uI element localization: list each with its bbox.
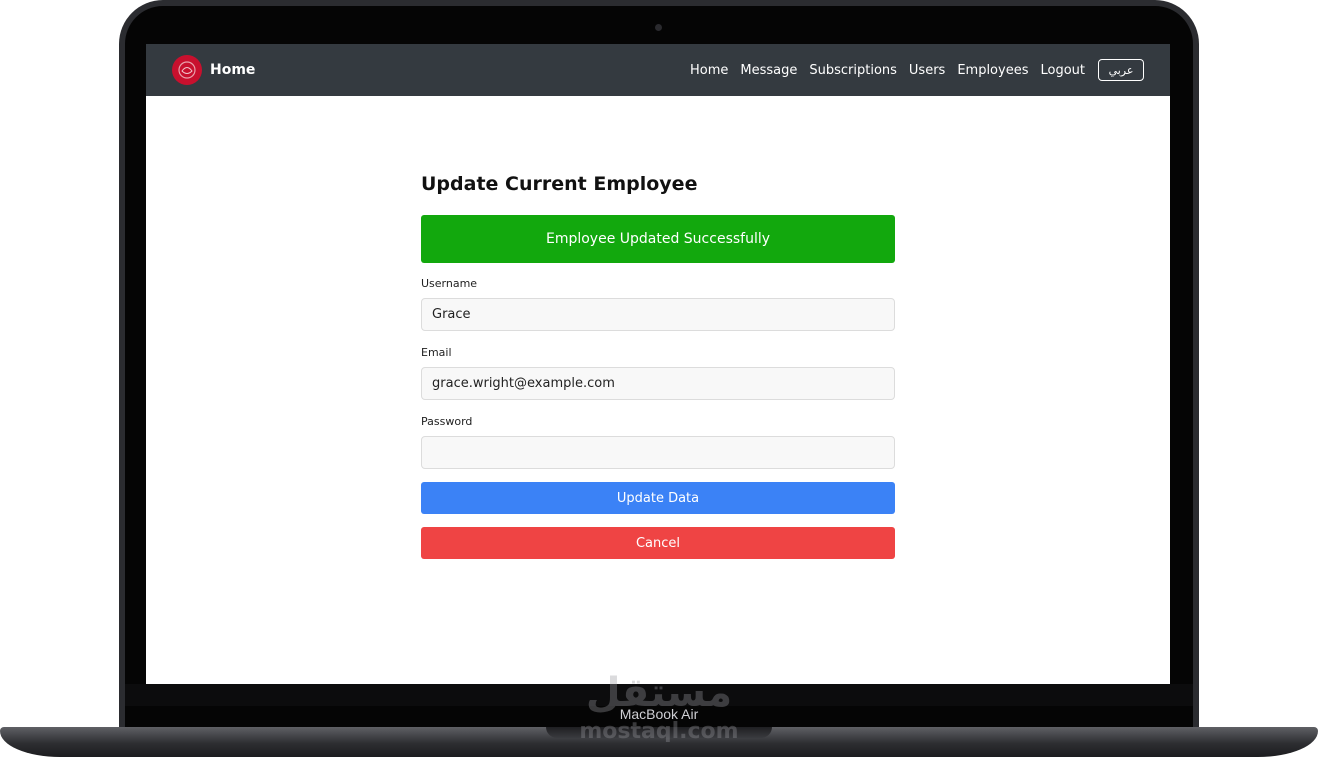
device-label: MacBook Air xyxy=(619,706,699,722)
brand-logo-icon xyxy=(172,55,202,85)
brand-label: Home xyxy=(210,62,256,78)
email-input[interactable] xyxy=(421,367,895,400)
username-input[interactable] xyxy=(421,298,895,331)
nav-link-employees[interactable]: Employees xyxy=(957,63,1028,78)
language-toggle-button[interactable]: عربي xyxy=(1098,59,1144,81)
webcam-icon xyxy=(655,24,662,31)
update-data-button[interactable]: Update Data xyxy=(421,482,895,514)
email-label: Email xyxy=(421,346,452,359)
mostaql-watermark-logo: مستقل mostaql.com xyxy=(579,670,738,742)
page-title: Update Current Employee xyxy=(421,173,698,195)
browser-screen: Home Home Message Subscriptions Users Em… xyxy=(146,44,1170,684)
nav-link-home[interactable]: Home xyxy=(690,63,728,78)
nav-link-logout[interactable]: Logout xyxy=(1040,63,1085,78)
password-label: Password xyxy=(421,415,473,428)
password-input[interactable] xyxy=(421,436,895,469)
success-alert: Employee Updated Successfully xyxy=(421,215,895,263)
username-label: Username xyxy=(421,277,478,290)
nav-link-message[interactable]: Message xyxy=(740,63,797,78)
nav-link-users[interactable]: Users xyxy=(909,63,945,78)
nav-links: Home Message Subscriptions Users Employe… xyxy=(678,58,1144,82)
update-employee-form: Update Current Employee Employee Updated… xyxy=(421,172,895,559)
navbar: Home Home Message Subscriptions Users Em… xyxy=(146,44,1170,96)
nav-link-subscriptions[interactable]: Subscriptions xyxy=(809,63,897,78)
navbar-brand[interactable]: Home xyxy=(172,55,255,85)
watermark-latin-text: mostaql.com xyxy=(579,719,738,742)
cancel-button[interactable]: Cancel xyxy=(421,527,895,559)
